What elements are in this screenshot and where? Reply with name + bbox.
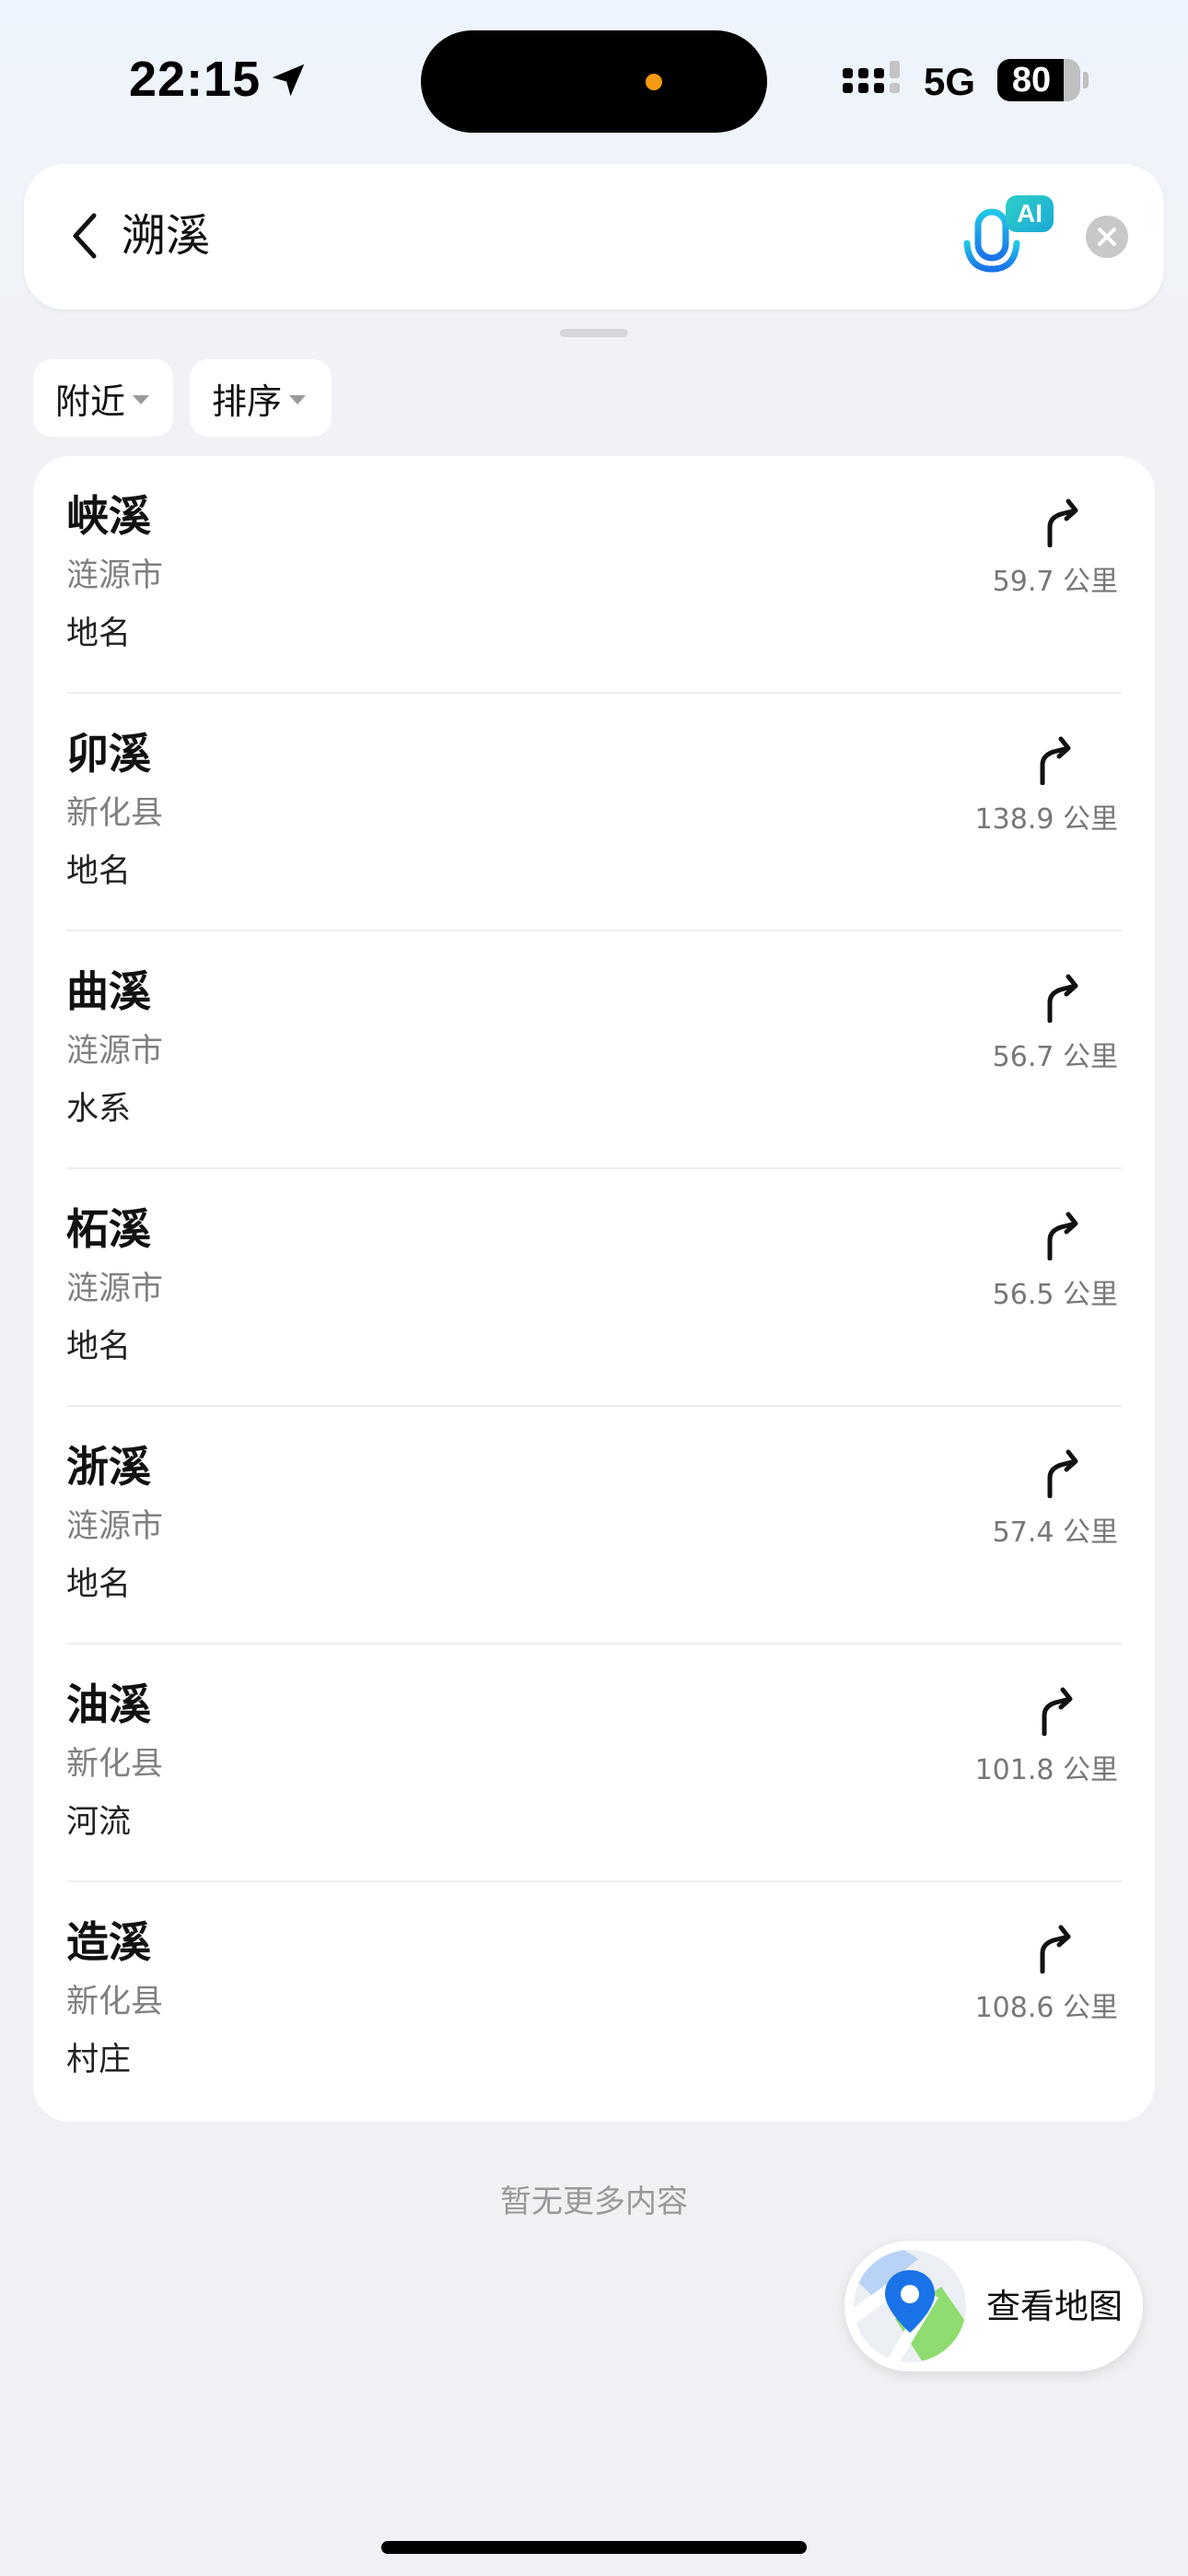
place-name: 造溪 [66,1917,151,1967]
place-distance: 108.6 公里 [974,1992,1118,2024]
place-name: 油溪 [66,1680,151,1729]
place-distance: 59.7 公里 [992,566,1118,598]
list-item[interactable]: 卯溪 新化县 地名 138.9 公里 [33,694,1155,931]
route-turn-arrow-icon[interactable] [1033,1922,1077,1973]
ai-badge: AI [1017,199,1042,228]
map-pin-icon [854,2250,966,2362]
place-region: 涟源市 [66,1508,164,1545]
no-more-content-text: 暂无更多内容 [500,2184,688,2220]
route-turn-arrow-icon[interactable] [1041,496,1085,547]
place-region: 新化县 [66,1746,164,1783]
place-distance: 57.4 公里 [992,1516,1118,1549]
clear-circle-icon[interactable] [1085,215,1129,259]
list-item[interactable]: 油溪 新化县 河流 101.8 公里 [33,1645,1155,1882]
place-distance: 56.7 公里 [992,1041,1118,1073]
place-region: 涟源市 [66,1270,164,1307]
place-region: 新化县 [66,1984,164,2020]
place-name: 曲溪 [66,966,151,1016]
view-map-button[interactable]: 查看地图 [844,2241,1143,2371]
search-input[interactable]: 溯溪 [122,205,210,267]
place-name: 卯溪 [66,729,151,779]
place-type: 水系 [66,1091,132,1128]
search-bar: 溯溪 AI [24,164,1164,310]
dynamic-island [421,30,767,133]
ai-microphone-icon[interactable]: AI [956,192,1057,284]
caret-down-icon [289,395,307,404]
place-name: 柘溪 [66,1204,151,1254]
place-type: 地名 [66,1329,132,1365]
place-type: 河流 [66,1804,132,1841]
filter-nearby-button[interactable]: 附近 [33,359,173,437]
place-region: 新化县 [66,795,164,832]
place-type: 地名 [66,1566,132,1603]
list-item[interactable]: 柘溪 涟源市 地名 56.5 公里 [33,1169,1155,1407]
list-item[interactable]: 浙溪 涟源市 地名 57.4 公里 [33,1407,1155,1645]
route-turn-arrow-icon[interactable] [1041,1209,1085,1260]
home-indicator[interactable] [381,2541,807,2554]
battery-icon: 80 [997,59,1080,101]
results-list: 峡溪 涟源市 地名 59.7 公里 卯溪 新化县 地名 138.9 公里 曲溪 … [33,456,1155,2122]
list-item[interactable]: 峡溪 涟源市 地名 59.7 公里 [33,456,1155,694]
battery-cap [1083,72,1089,88]
place-distance: 56.5 公里 [992,1279,1118,1311]
location-arrow-icon [272,64,305,97]
place-name: 浙溪 [66,1442,151,1492]
place-name: 峡溪 [66,491,151,541]
drag-handle[interactable] [560,329,628,337]
place-type: 地名 [66,853,132,890]
status-bar: 22:15 5G 80 [0,0,1188,147]
place-type: 地名 [66,615,132,652]
place-type: 村庄 [66,2042,132,2078]
status-time: 22:15 [129,52,262,107]
filter-nearby-label: 附近 [55,381,126,422]
chevron-left-icon[interactable] [61,210,112,262]
battery-percentage: 80 [1011,61,1052,100]
place-distance: 138.9 公里 [974,803,1118,836]
network-type: 5G [924,60,976,103]
filter-sort-label: 排序 [212,381,283,422]
caret-down-icon [133,395,150,404]
route-turn-arrow-icon[interactable] [1041,971,1085,1023]
route-turn-arrow-icon[interactable] [1041,1446,1085,1498]
route-turn-arrow-icon[interactable] [1035,1684,1079,1736]
list-item[interactable]: 造溪 新化县 村庄 108.6 公里 [33,1882,1155,2120]
route-turn-arrow-icon[interactable] [1033,733,1077,785]
place-region: 涟源市 [66,1033,164,1070]
recording-indicator-dot [646,74,662,90]
place-region: 涟源市 [66,557,164,594]
cellular-signal-icon [843,61,900,93]
list-item[interactable]: 曲溪 涟源市 水系 56.7 公里 [33,931,1155,1169]
view-map-label: 查看地图 [986,2287,1123,2326]
filter-sort-button[interactable]: 排序 [190,359,332,437]
place-distance: 101.8 公里 [974,1754,1118,1786]
